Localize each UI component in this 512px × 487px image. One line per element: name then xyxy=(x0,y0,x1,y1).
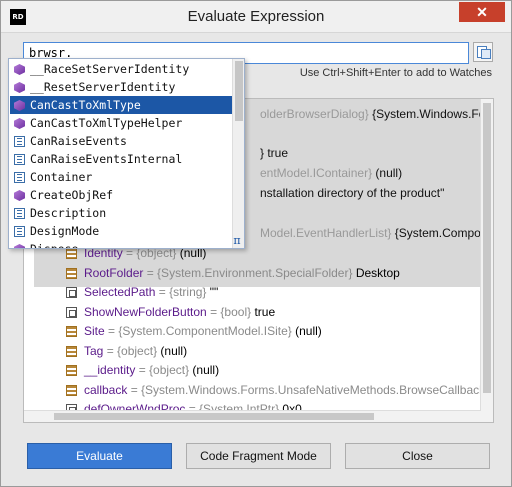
completion-item[interactable]: CanRaiseEvents xyxy=(10,132,232,150)
evaluate-expression-window: RD Evaluate Expression ✕ Use Ctrl+Shift+… xyxy=(0,0,512,487)
close-button[interactable]: Close xyxy=(345,443,490,469)
method-icon xyxy=(14,190,25,201)
property-icon xyxy=(66,287,77,298)
partial-line-3: entModel.IContainer} (null) xyxy=(260,166,403,180)
row-value: true xyxy=(254,304,276,319)
method-icon xyxy=(14,244,25,248)
field-icon xyxy=(66,365,77,376)
completion-item-label: Description xyxy=(30,206,107,220)
row-type: = {bool} xyxy=(206,304,255,319)
field-icon xyxy=(66,345,77,357)
window-title: Evaluate Expression xyxy=(187,8,325,25)
row-name: SelectedPath xyxy=(84,285,156,299)
property-icon xyxy=(14,226,25,237)
partial-line-1: olderBrowserDialog} {System.Windows.Form… xyxy=(260,107,493,121)
property-icon xyxy=(66,306,77,318)
completion-item[interactable]: CanRaiseEventsInternal xyxy=(10,150,232,168)
completion-item-label: DesignMode xyxy=(30,224,100,238)
code-completion-popup[interactable]: __RaceSetServerIdentity __ResetServerIden… xyxy=(8,58,245,249)
partial-line-5: Model.EventHandlerList} {System.Componen… xyxy=(260,226,493,240)
completion-item[interactable]: Description xyxy=(10,204,232,222)
method-icon xyxy=(14,100,25,111)
method-icon xyxy=(14,64,25,75)
row-name: __identity xyxy=(84,363,136,377)
completion-item-label: CanRaiseEventsInternal xyxy=(30,152,183,166)
title-bar: RD Evaluate Expression ✕ xyxy=(1,1,511,33)
completion-item-label: CreateObjRef xyxy=(30,188,114,202)
completion-item-label: CanCastToXmlTypeHelper xyxy=(30,116,183,130)
completion-scrollbar[interactable] xyxy=(232,59,244,248)
window-close-button[interactable]: ✕ xyxy=(459,2,505,22)
completion-item-label: CanCastToXmlType xyxy=(30,98,141,112)
row-name: callback xyxy=(84,382,128,397)
completion-item[interactable]: __ResetServerIdentity xyxy=(10,78,232,96)
completion-item[interactable]: Dispose xyxy=(10,240,232,249)
completion-item-label: Container xyxy=(30,170,93,184)
property-icon xyxy=(14,208,25,219)
row-type: = {string} xyxy=(155,285,210,299)
watches-hint: Use Ctrl+Shift+Enter to add to Watches xyxy=(299,67,492,79)
completion-item[interactable]: __RaceSetServerIdentity xyxy=(10,60,232,78)
vertical-scroll-thumb[interactable] xyxy=(483,103,491,393)
row-type: = {System.Windows.Forms.UnsafeNativeMeth… xyxy=(127,382,494,397)
field-icon xyxy=(66,267,77,279)
completion-item[interactable]: CanCastToXmlTypeHelper xyxy=(10,114,232,132)
row-type: = {System.Environment.SpecialFolder} xyxy=(143,265,356,280)
row-value: "" xyxy=(209,285,219,299)
row-name: RootFolder xyxy=(84,265,144,280)
completion-item-label: __RaceSetServerIdentity xyxy=(30,62,190,76)
completion-item[interactable]: CreateObjRef xyxy=(10,186,232,204)
result-horizontal-scrollbar[interactable] xyxy=(24,410,481,422)
completion-item[interactable]: DesignMode xyxy=(10,222,232,240)
row-name: ShowNewFolderButton xyxy=(84,304,207,319)
field-icon xyxy=(66,248,77,259)
row-type: = {System.ComponentModel.ISite} xyxy=(104,324,296,338)
field-icon xyxy=(66,384,77,396)
method-icon xyxy=(14,118,25,129)
horizontal-scroll-thumb[interactable] xyxy=(54,413,374,420)
row-value: Desktop xyxy=(355,265,400,280)
row-name: Tag xyxy=(84,343,104,358)
pi-icon[interactable]: π xyxy=(231,234,243,247)
row-value: (null) xyxy=(160,343,188,358)
property-icon xyxy=(14,172,25,183)
row-type: = {object} xyxy=(103,343,161,358)
field-icon xyxy=(66,326,77,337)
completion-item[interactable]: Container xyxy=(10,168,232,186)
completion-item[interactable]: CanCastToXmlType xyxy=(10,96,232,114)
code-fragment-mode-button[interactable]: Code Fragment Mode xyxy=(186,443,331,469)
row-value: (null) xyxy=(192,363,220,377)
evaluate-button[interactable]: Evaluate xyxy=(27,443,172,469)
completion-item-label: Dispose xyxy=(30,242,79,249)
row-name: Site xyxy=(84,324,105,338)
completion-scroll-thumb[interactable] xyxy=(235,61,243,121)
method-icon xyxy=(14,82,25,93)
add-to-watches-icon[interactable] xyxy=(473,42,493,62)
partial-line-2: } true xyxy=(260,146,289,160)
completion-item-label: __ResetServerIdentity xyxy=(30,80,176,94)
partial-line-4: nstallation directory of the product" xyxy=(260,186,445,200)
property-icon xyxy=(14,154,25,165)
row-type: = {object} xyxy=(135,363,193,377)
completion-item-label: CanRaiseEvents xyxy=(30,134,127,148)
row-value: (null) xyxy=(295,324,322,338)
property-icon xyxy=(14,136,25,147)
result-vertical-scrollbar[interactable] xyxy=(480,99,493,422)
